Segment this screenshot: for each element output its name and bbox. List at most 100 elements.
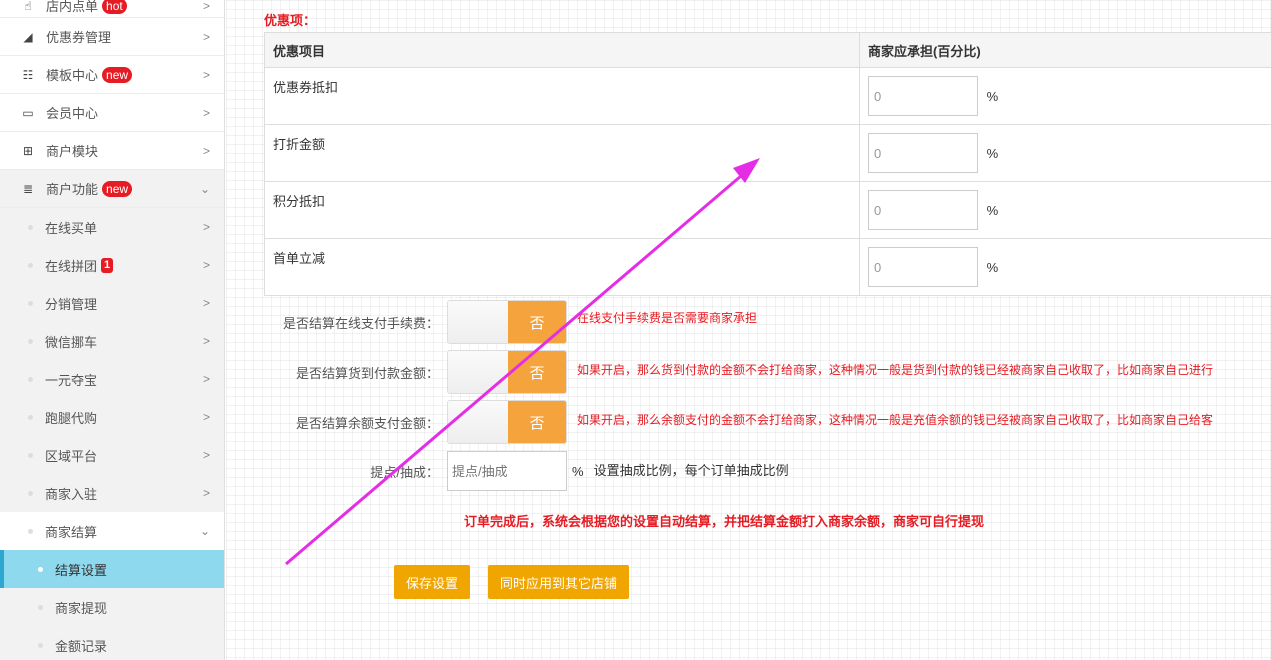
sidebar-subitem-label: 结算设置 <box>55 562 108 578</box>
cod-amount-toggle[interactable]: 否 <box>447 350 567 394</box>
bars-icon: ≣ <box>22 181 34 196</box>
table-row: 首单立减 % <box>264 238 1271 296</box>
new-badge: new <box>102 180 133 197</box>
chevron-right-icon: > <box>202 410 210 424</box>
cod-amount-label: 是否结算货到付款金额： <box>295 365 439 381</box>
dot-icon <box>28 300 33 306</box>
sidebar-item-label: 会员中心 <box>46 106 99 121</box>
sidebar-subitem-label: 区域平台 <box>45 448 98 464</box>
sidebar-item-label: 店内点单 <box>46 0 99 14</box>
sidebar-subitem-merchant-withdraw[interactable]: 商家提现 <box>0 588 224 626</box>
sidebar-subitem-settlement-settings[interactable]: 结算设置 <box>0 550 224 588</box>
sidebar-item-merchant-functions[interactable]: ≣ 商户功能 new ⌄ <box>0 170 224 208</box>
table-cell-value: % <box>859 181 1271 239</box>
toggle-track <box>448 301 508 343</box>
new-badge: new <box>102 66 133 83</box>
online-fee-toggle[interactable]: 否 <box>447 300 567 344</box>
dot-icon <box>28 528 33 534</box>
sidebar-item-merchant-module[interactable]: ⊞ 商户模块 > <box>0 132 224 170</box>
apply-to-other-stores-button[interactable]: 同时应用到其它店铺 <box>488 565 630 599</box>
active-indicator <box>0 550 4 588</box>
table-cell-value: % <box>859 238 1271 296</box>
chevron-right-icon: > <box>202 0 210 13</box>
online-fee-label: 是否结算在线支付手续费： <box>282 315 439 331</box>
table-cell-name: 首单立减 <box>264 238 860 296</box>
sidebar-item-member-center[interactable]: ▭ 会员中心 > <box>0 94 224 132</box>
discount-share-input[interactable] <box>868 133 978 173</box>
dot-icon <box>38 604 43 610</box>
main-content: 优惠项： 优惠项目 商家应承担(百分比) 优惠券抵扣 % 打折金额 % 积分抵扣… <box>226 0 1271 660</box>
chevron-right-icon: > <box>202 105 210 120</box>
sidebar-subitem-move-car[interactable]: 微信挪车 > <box>0 322 224 360</box>
sidebar: ☝ 店内点单 hot > ◢ 优惠券管理 > ☷ 模板中心 new > ▭ 会员… <box>0 0 225 660</box>
sidebar-item-label: 优惠券管理 <box>46 30 112 45</box>
sidebar-item-label: 商户功能 <box>46 182 99 197</box>
commission-note: 设置抽成比例，每个订单抽成比例 <box>593 462 789 478</box>
sidebar-subitem-label: 在线买单 <box>45 220 98 236</box>
chevron-right-icon: > <box>202 372 210 386</box>
sidebar-item-template-center[interactable]: ☷ 模板中心 new > <box>0 56 224 94</box>
sidebar-subitem-label: 商家提现 <box>55 600 108 616</box>
dot-icon <box>28 224 33 230</box>
discount-table: 优惠项目 商家应承担(百分比) 优惠券抵扣 % 打折金额 % 积分抵扣 % <box>264 32 1271 296</box>
table-cell-name: 打折金额 <box>264 124 860 182</box>
sidebar-item-dine-in-order[interactable]: ☝ 店内点单 hot > <box>0 0 224 18</box>
commission-input[interactable] <box>447 451 567 491</box>
points-share-input[interactable] <box>868 190 978 230</box>
sidebar-item-coupon-management[interactable]: ◢ 优惠券管理 > <box>0 18 224 56</box>
sidebar-subitem-amount-records[interactable]: 金额记录 <box>0 626 224 660</box>
dot-icon <box>28 414 33 420</box>
sidebar-subitem-errand[interactable]: 跑腿代购 > <box>0 398 224 436</box>
sidebar-subitem-distribution[interactable]: 分销管理 > <box>0 284 224 322</box>
chevron-right-icon: > <box>202 296 210 310</box>
sidebar-subitem-merchant-settlement[interactable]: 商家结算 ⌄ <box>0 512 224 550</box>
table-header: 商家应承担(百分比) <box>859 32 1271 68</box>
chevron-right-icon: > <box>202 29 210 44</box>
toggle-state: 否 <box>508 351 566 393</box>
chevron-down-icon: ⌄ <box>199 524 210 538</box>
credit-card-icon: ▭ <box>22 105 34 120</box>
dot-icon <box>38 642 43 648</box>
coupon-share-input[interactable] <box>868 76 978 116</box>
table-cell-name: 积分抵扣 <box>264 181 860 239</box>
chevron-right-icon: > <box>202 448 210 462</box>
save-settings-button[interactable]: 保存设置 <box>394 565 471 599</box>
dot-icon <box>28 262 33 268</box>
dot-icon <box>28 490 33 496</box>
sidebar-subitem-label: 分销管理 <box>45 296 98 312</box>
sidebar-subitem-label: 在线拼团 <box>45 258 98 274</box>
dot-icon <box>28 338 33 344</box>
toggle-track <box>448 351 508 393</box>
eraser-icon: ◢ <box>23 29 33 44</box>
commission-row: 提点/抽成： % 设置抽成比例，每个订单抽成比例 <box>226 451 789 491</box>
sidebar-subitem-region-platform[interactable]: 区域平台 > <box>0 436 224 474</box>
percent-unit: % <box>986 259 999 275</box>
online-fee-row: 是否结算在线支付手续费： 否 在线支付手续费是否需要商家承担 <box>226 300 757 344</box>
toggle-state: 否 <box>508 301 566 343</box>
hand-pointer-icon: ☝ <box>24 0 32 13</box>
table-header: 优惠项目 <box>264 32 860 68</box>
chevron-down-icon: ⌄ <box>199 181 210 196</box>
settlement-notice: 订单完成后，系统会根据您的设置自动结算，并把结算金额打入商家余额，商家可自行提现 <box>464 514 985 529</box>
sidebar-subitem-label: 金额记录 <box>55 638 108 654</box>
sidebar-subitem-lucky-draw[interactable]: 一元夺宝 > <box>0 360 224 398</box>
sidebar-subitem-online-pay[interactable]: 在线买单 > <box>0 208 224 246</box>
toggle-track <box>448 401 508 443</box>
sidebar-subitem-label: 微信挪车 <box>45 334 98 350</box>
table-row: 优惠券抵扣 % <box>264 67 1271 125</box>
section-title: 优惠项： <box>264 13 317 28</box>
percent-unit: % <box>986 202 999 218</box>
sidebar-subitem-merchant-join[interactable]: 商家入驻 > <box>0 474 224 512</box>
list-icon: ☷ <box>22 67 34 82</box>
balance-amount-hint: 如果开启，那么余额支付的金额不会打给商家，这种情况一般是充值余额的钱已经被商家自… <box>577 412 1214 427</box>
sidebar-subitem-label: 一元夺宝 <box>45 372 98 388</box>
sidebar-item-label: 模板中心 <box>46 68 99 83</box>
cod-amount-row: 是否结算货到付款金额： 否 如果开启，那么货到付款的金额不会打给商家，这种情况一… <box>226 350 1213 394</box>
sidebar-subitem-label: 商家结算 <box>45 524 98 540</box>
balance-amount-toggle[interactable]: 否 <box>447 400 567 444</box>
chevron-right-icon: > <box>202 143 210 158</box>
table-row: 积分抵扣 % <box>264 181 1271 239</box>
first-order-share-input[interactable] <box>868 247 978 287</box>
sidebar-subitem-group-buy[interactable]: 在线拼团 1 > <box>0 246 224 284</box>
sidebar-subitem-label: 跑腿代购 <box>45 410 98 426</box>
